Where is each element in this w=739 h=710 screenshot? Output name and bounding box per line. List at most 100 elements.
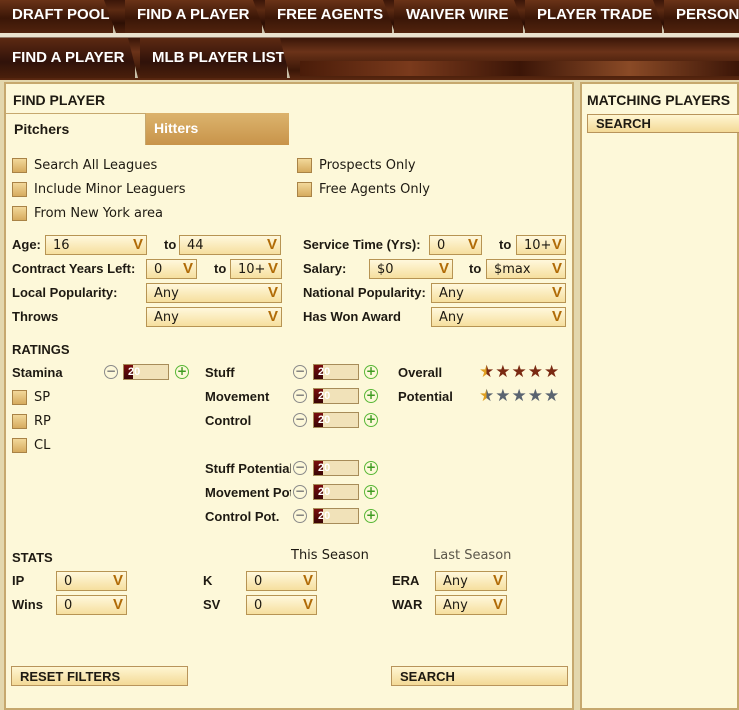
tab-player-trade[interactable]: PLAYER TRADE — [525, 0, 665, 33]
stuff-minus-button[interactable]: − — [293, 365, 307, 379]
matching-players-title: MATCHING PLAYERS — [587, 92, 731, 108]
cl-checkbox[interactable] — [12, 438, 27, 453]
star-icon[interactable]: ★ — [495, 362, 510, 382]
from-new-york-checkbox[interactable] — [12, 206, 27, 221]
star-icon[interactable]: ★ — [544, 386, 559, 406]
movement-potential-minus-button[interactable]: − — [293, 485, 307, 499]
control-minus-button[interactable]: − — [293, 413, 307, 427]
movement-minus-button[interactable]: − — [293, 389, 307, 403]
sp-checkbox[interactable] — [12, 390, 27, 405]
has-won-award-dropdown[interactable]: Any V — [431, 307, 566, 327]
rp-label: RP — [34, 414, 51, 429]
tab-free-agents[interactable]: FREE AGENTS — [265, 0, 395, 33]
star-icon[interactable]: ★ — [512, 362, 527, 382]
matching-players-panel: MATCHING PLAYERS SEARCH — [580, 82, 739, 710]
search-all-leagues-checkbox[interactable] — [12, 158, 27, 173]
k-label: K — [203, 573, 213, 588]
sv-dropdown[interactable]: 0V — [246, 595, 317, 615]
service-to-label: to — [499, 237, 512, 252]
reset-filters-button[interactable]: RESET FILTERS — [11, 666, 188, 686]
age-from-dropdown[interactable]: 16 V — [45, 235, 147, 255]
tab-personnel[interactable]: PERSONNEL — [664, 0, 739, 33]
stamina-slider[interactable]: 20 — [123, 364, 169, 380]
age-to-label: to — [164, 237, 177, 252]
sub-tab-bar: FIND A PLAYER MLB PLAYER LIST — [0, 33, 739, 80]
include-minor-leaguers-label: Include Minor Leaguers — [34, 182, 186, 197]
include-minor-leaguers-checkbox[interactable] — [12, 182, 27, 197]
free-agents-only-label: Free Agents Only — [319, 182, 430, 197]
stuff-plus-button[interactable]: + — [364, 365, 378, 379]
stuff-label: Stuff — [205, 365, 235, 380]
movement-slider[interactable]: 20 — [313, 388, 359, 404]
free-agents-only-checkbox[interactable] — [297, 182, 312, 197]
subtab-mlb-player-list[interactable]: MLB PLAYER LIST — [140, 38, 290, 78]
contract-to-label: to — [214, 261, 227, 276]
star-icon[interactable]: ★ — [479, 386, 494, 406]
find-player-panel: FIND PLAYER Pitchers Hitters Search All … — [4, 82, 574, 710]
salary-to-dropdown[interactable]: $max V — [486, 259, 566, 279]
star-icon[interactable]: ★ — [512, 386, 527, 406]
stamina-value: 20 — [128, 366, 141, 378]
prospects-only-label: Prospects Only — [319, 158, 416, 173]
throws-label: Throws — [12, 309, 59, 324]
service-to-dropdown[interactable]: 10+ V — [516, 235, 566, 255]
control-plus-button[interactable]: + — [364, 413, 378, 427]
movement-potential-plus-button[interactable]: + — [364, 485, 378, 499]
tab-waiver-wire[interactable]: WAIVER WIRE — [394, 0, 526, 33]
matching-search-button[interactable]: SEARCH — [587, 114, 739, 133]
ip-dropdown[interactable]: 0V — [56, 571, 127, 591]
stuff-slider[interactable]: 20 — [313, 364, 359, 380]
throws-dropdown[interactable]: Any V — [146, 307, 282, 327]
star-icon[interactable]: ★ — [495, 386, 510, 406]
movement-potential-slider[interactable]: 20 — [313, 484, 359, 500]
control-potential-label: Control Pot. — [205, 509, 280, 524]
contract-from-dropdown[interactable]: 0V — [146, 259, 197, 279]
tab-hitters[interactable]: Hitters — [146, 113, 289, 145]
star-icon[interactable]: ★ — [544, 362, 559, 382]
national-popularity-label: National Popularity: — [303, 285, 426, 300]
service-from-dropdown[interactable]: 0V — [429, 235, 482, 255]
tab-draft-pool[interactable]: DRAFT POOL — [0, 0, 116, 33]
stuff-value: 20 — [318, 366, 331, 378]
stamina-label: Stamina — [12, 365, 63, 380]
wins-dropdown[interactable]: 0V — [56, 595, 127, 615]
era-dropdown[interactable]: Any V — [435, 571, 507, 591]
control-potential-plus-button[interactable]: + — [364, 509, 378, 523]
prospects-only-checkbox[interactable] — [297, 158, 312, 173]
overall-star-rating[interactable]: ★★★★★ — [479, 362, 560, 382]
stamina-plus-button[interactable]: + — [175, 365, 189, 379]
stuff-potential-minus-button[interactable]: − — [293, 461, 307, 475]
stats-title: STATS — [12, 550, 53, 565]
salary-from-dropdown[interactable]: $0 V — [369, 259, 453, 279]
rp-checkbox[interactable] — [12, 414, 27, 429]
local-popularity-label: Local Popularity: — [12, 285, 118, 300]
stuff-potential-slider[interactable]: 20 — [313, 460, 359, 476]
tab-pitchers[interactable]: Pitchers — [6, 113, 146, 145]
subtab-find-a-player[interactable]: FIND A PLAYER — [0, 38, 138, 78]
war-dropdown[interactable]: Any V — [435, 595, 507, 615]
potential-star-rating[interactable]: ★★★★★ — [479, 386, 560, 406]
national-popularity-dropdown[interactable]: Any V — [431, 283, 566, 303]
star-icon[interactable]: ★ — [528, 386, 543, 406]
star-icon[interactable]: ★ — [528, 362, 543, 382]
control-slider[interactable]: 20 — [313, 412, 359, 428]
search-all-leagues-label: Search All Leagues — [34, 158, 158, 173]
k-dropdown[interactable]: 0V — [246, 571, 317, 591]
panel-title: FIND PLAYER — [13, 92, 106, 108]
control-potential-minus-button[interactable]: − — [293, 509, 307, 523]
wins-label: Wins — [12, 597, 43, 612]
search-button[interactable]: SEARCH — [391, 666, 568, 686]
era-label: ERA — [392, 573, 420, 588]
control-potential-value: 20 — [318, 510, 331, 522]
control-potential-slider[interactable]: 20 — [313, 508, 359, 524]
contract-to-dropdown[interactable]: 10+ V — [230, 259, 282, 279]
age-to-dropdown[interactable]: 44 V — [179, 235, 281, 255]
sv-label: SV — [203, 597, 221, 612]
tab-find-a-player[interactable]: FIND A PLAYER — [125, 0, 265, 33]
stuff-potential-plus-button[interactable]: + — [364, 461, 378, 475]
stamina-minus-button[interactable]: − — [104, 365, 118, 379]
local-popularity-dropdown[interactable]: Any V — [146, 283, 282, 303]
movement-potential-label: Movement Potential — [205, 485, 291, 500]
movement-plus-button[interactable]: + — [364, 389, 378, 403]
star-icon[interactable]: ★ — [479, 362, 494, 382]
